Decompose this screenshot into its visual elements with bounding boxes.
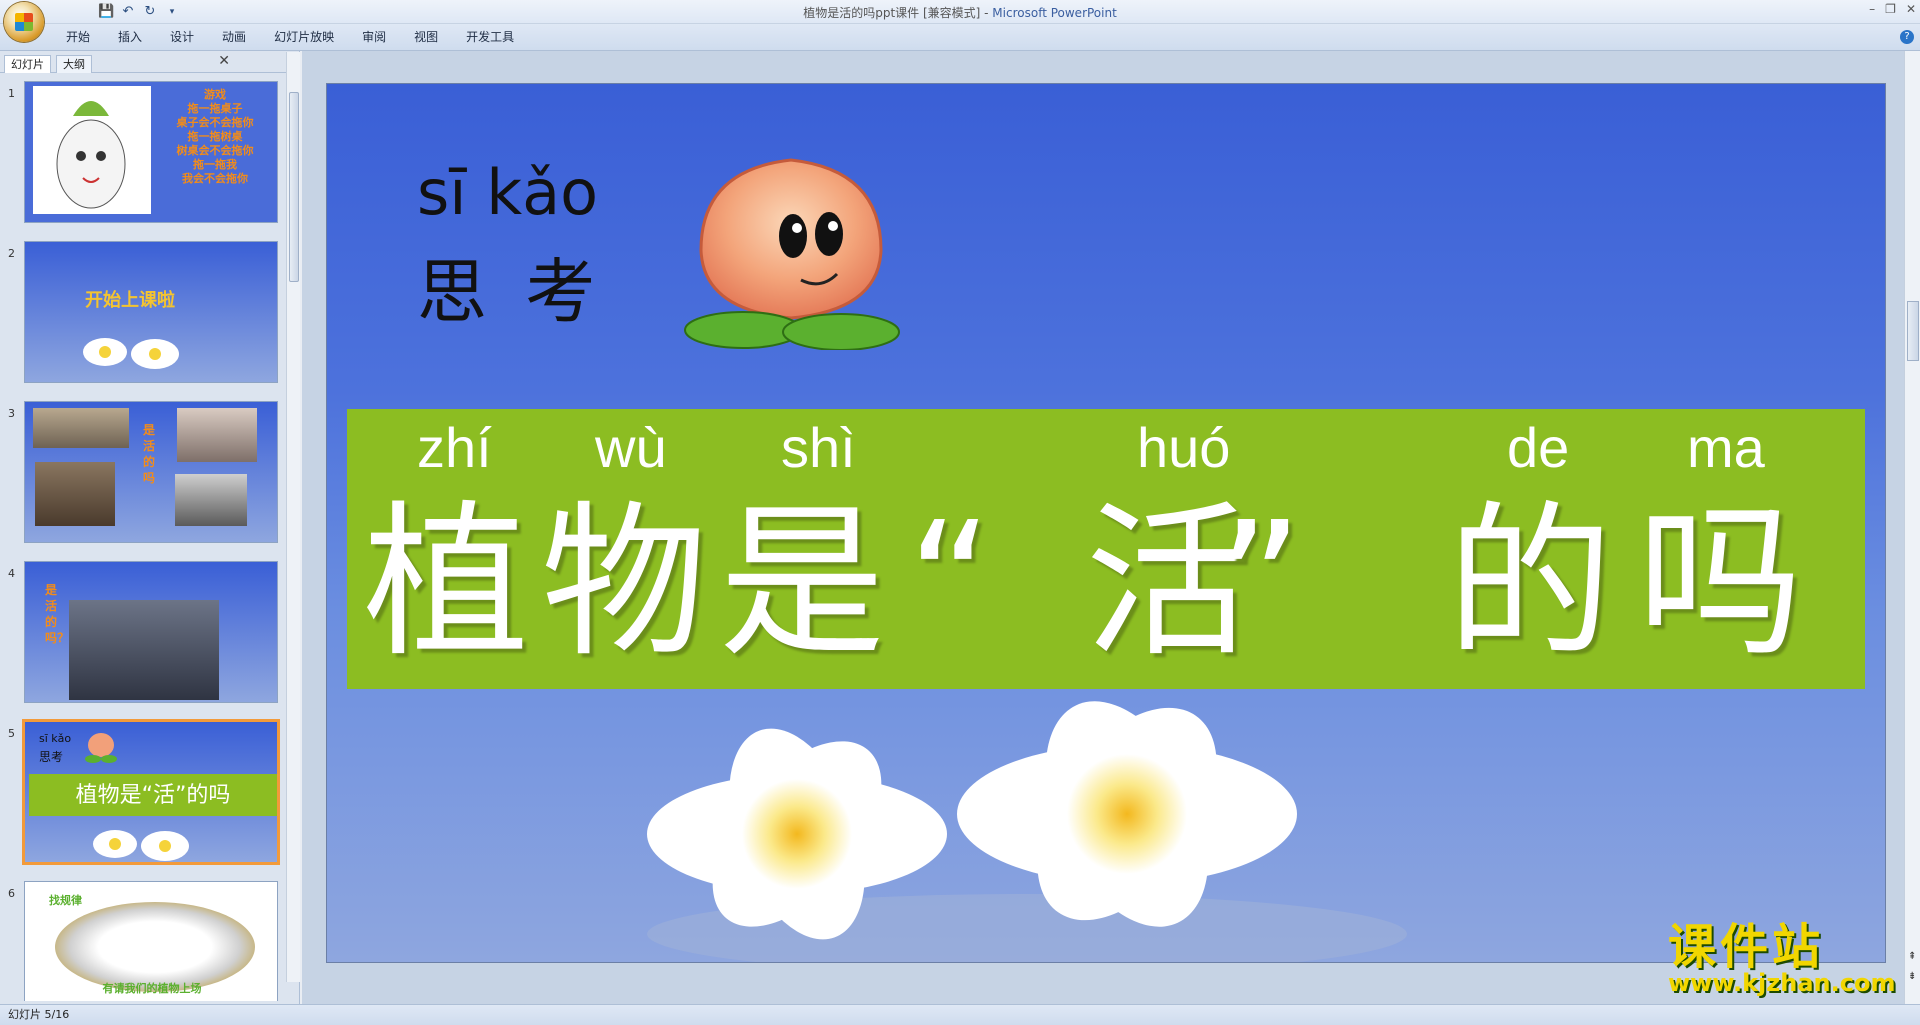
slide1-line: 拖一拖桌子 [187, 102, 243, 115]
slide-indicator: 幻灯片 5/16 [8, 1008, 70, 1021]
tab-review[interactable]: 审阅 [348, 29, 400, 45]
banner-pinyin-row: zhí wù shì huó de ma [347, 415, 1865, 479]
slide-thumbnail-1[interactable]: 游戏 拖一拖桌子 桌子会不会拖你 拖一拖树桌 树桌会不会拖你 拖一拖我 我会不会… [24, 81, 278, 223]
peach-character-image [684, 158, 900, 350]
close-icon[interactable]: ✕ [1906, 2, 1916, 16]
slide1-line: 游戏 [204, 88, 226, 101]
slide-pinyin-top: sī kǎo [417, 156, 599, 229]
slide1-line: 树桌会不会拖你 [176, 144, 254, 157]
tab-developer[interactable]: 开发工具 [452, 29, 528, 45]
robots-photo [69, 600, 219, 700]
pinyin-de: de [1507, 416, 1570, 479]
slide-thumbnail-2[interactable]: 开始上课啦 [24, 241, 278, 383]
close-quote: ” [1217, 487, 1303, 680]
cats-photo [35, 462, 115, 526]
pinyin-huo: huó [1137, 416, 1231, 479]
tab-view[interactable]: 视图 [400, 29, 452, 45]
app-name: Microsoft PowerPoint [992, 6, 1117, 20]
close-pane-icon[interactable]: ✕ [218, 53, 230, 69]
hanzi-shi: 是 [719, 487, 885, 680]
kitten-photo [177, 408, 257, 462]
peach-icon [85, 733, 117, 763]
slide-number: 3 [8, 407, 15, 420]
hanzi-de: 的 [1447, 487, 1613, 680]
open-quote: “ [907, 487, 993, 680]
ring-image [55, 902, 255, 992]
banner-hanzi-row: 植 物 是 “ 活 ” 的 吗 [347, 489, 1865, 679]
restore-icon[interactable]: ❐ [1885, 2, 1896, 16]
slide-number: 5 [8, 727, 15, 740]
hanzi-zhi: 植 [363, 487, 529, 680]
slide-number: 2 [8, 247, 15, 260]
radish-illustration [33, 86, 151, 214]
next-slide-icon[interactable]: ⇟ [1908, 971, 1916, 982]
slide-scrollbar[interactable]: ⇞ ⇟ [1904, 51, 1920, 1004]
slide5-pinyin: sī kǎo [39, 732, 72, 745]
window-title: 植物是活的吗ppt课件 [兼容模式] - Microsoft PowerPoin… [803, 6, 1117, 20]
window-controls: – ❐ ✕ [1869, 2, 1916, 16]
status-bar: 幻灯片 5/16 [0, 1004, 1920, 1025]
dogs-photo [33, 408, 129, 448]
slide-thumbnails: 1 游戏 拖一拖桌子 桌子会不会拖你 拖一拖树桌 树桌会不会拖你 拖一拖我 我会… [0, 81, 284, 1001]
ribbon-tabs: 开始 插入 设计 动画 幻灯片放映 审阅 视图 开发工具 [52, 29, 528, 45]
slide1-line: 拖一拖我 [193, 158, 237, 171]
prev-slide-icon[interactable]: ⇞ [1908, 951, 1916, 962]
slide3-side-text: 是活的吗 [143, 423, 156, 485]
slide2-title: 开始上课啦 [85, 290, 175, 311]
slide-thumbnail-3[interactable]: 是活的吗 [24, 401, 278, 543]
help-icon[interactable]: ? [1900, 30, 1914, 44]
pinyin-ma: ma [1687, 416, 1765, 479]
title-bar: 💾 ↶ ↻ ▾ 植物是活的吗ppt课件 [兼容模式] - Microsoft P… [0, 0, 1920, 24]
hanzi-wu: 物 [541, 487, 707, 680]
slide1-line: 我会不会拖你 [182, 172, 248, 185]
slide-thumbnail-6[interactable]: 找规律 有请我们的植物上场 [24, 881, 278, 1001]
minimize-icon[interactable]: – [1869, 2, 1875, 16]
tab-animations[interactable]: 动画 [208, 29, 260, 45]
flowers-image [93, 830, 189, 861]
slide4-side-text: 是活的吗？ [45, 583, 70, 645]
pinyin-zhi: zhí [417, 416, 492, 479]
slide5-banner: 植物是“活”的吗 [29, 774, 277, 816]
slides-pane: 幻灯片 大纲 ✕ 1 游戏 拖一拖桌子 桌子会不会拖你 拖一拖树桌 树桌会不会拖… [0, 51, 300, 1004]
hanzi-ma: 吗 [1637, 487, 1803, 680]
thumbnail-scrollbar[interactable] [286, 52, 300, 982]
slide-thumbnail-4[interactable]: 是活的吗？ [24, 561, 278, 703]
pinyin-shi: shì [781, 416, 856, 479]
title-banner: zhí wù shì huó de ma 植 物 是 “ 活 ” 的 吗 [347, 409, 1865, 689]
pinyin-wu: wù [595, 416, 667, 479]
office-button[interactable] [4, 2, 44, 42]
tab-slides[interactable]: 幻灯片 [4, 55, 51, 73]
slide1-line: 桌子会不会拖你 [176, 116, 254, 129]
scrollbar-thumb[interactable] [289, 92, 299, 282]
slide-number: 6 [8, 887, 15, 900]
ribbon: 开始 插入 设计 动画 幻灯片放映 审阅 视图 开发工具 ? [0, 24, 1920, 51]
tab-slideshow[interactable]: 幻灯片放映 [260, 29, 348, 45]
slide6-heading: 找规律 [49, 894, 82, 907]
flowers-image [647, 701, 1407, 962]
tab-insert[interactable]: 插入 [104, 29, 156, 45]
slide-title-top: 思 考 [417, 251, 604, 333]
tab-outline[interactable]: 大纲 [56, 55, 92, 73]
cat-photo [175, 474, 247, 526]
tab-home[interactable]: 开始 [52, 29, 104, 45]
slide1-line: 拖一拖树桌 [187, 130, 243, 143]
document-title: 植物是活的吗ppt课件 [兼容模式] [803, 6, 981, 20]
slide-number: 1 [8, 87, 15, 100]
slide-number: 4 [8, 567, 15, 580]
slide-thumbnail-5[interactable]: sī kǎo 思考 植物是“活”的吗 [22, 719, 280, 865]
scrollbar-thumb[interactable] [1907, 301, 1919, 361]
current-slide[interactable]: sī kǎo 思 考 zhí wù shì huó de ma 植 物 是 “ … [326, 83, 1886, 963]
watermark-logo: 课件站 www.kjzhan.com [1668, 919, 1896, 997]
slide5-title: 思考 [39, 750, 64, 764]
pane-tabs: 幻灯片 大纲 ✕ [0, 53, 300, 73]
flowers-image [83, 338, 179, 369]
tab-design[interactable]: 设计 [156, 29, 208, 45]
slide6-caption: 有请我们的植物上场 [102, 982, 202, 995]
